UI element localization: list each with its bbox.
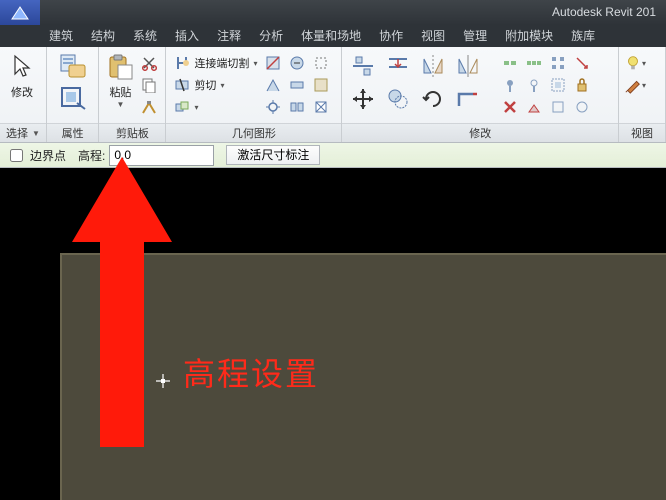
array-button[interactable] xyxy=(547,53,569,73)
tab-architecture[interactable]: 建筑 xyxy=(40,25,82,47)
mirror-axis-button[interactable] xyxy=(417,51,449,81)
cutgeom-icon xyxy=(174,77,190,93)
geom-btn-8[interactable] xyxy=(286,97,308,117)
panel-properties-label: 属性 xyxy=(47,123,99,142)
panel-modify-label: 修改 xyxy=(342,123,618,142)
annotation-text: 高程设置 xyxy=(183,349,319,395)
tab-addins[interactable]: 附加模块 xyxy=(496,25,562,47)
cope-icon xyxy=(174,55,190,71)
copy-modify-button[interactable] xyxy=(382,84,414,114)
misc-b-button[interactable] xyxy=(571,97,593,117)
paint-button[interactable]: ▾ xyxy=(624,75,646,95)
panel-properties: 属性 xyxy=(47,47,100,142)
panel-modify: 修改 xyxy=(342,47,619,142)
copy-button[interactable] xyxy=(138,75,160,95)
cope-button[interactable]: 连接端切割▾ xyxy=(171,53,260,73)
light-bulb-button[interactable]: ▾ xyxy=(624,53,646,73)
window-title: Autodesk Revit 201 xyxy=(552,0,656,25)
subregion-box xyxy=(60,253,666,500)
geom-btn-5[interactable] xyxy=(286,75,308,95)
rotate-button[interactable] xyxy=(417,84,449,114)
drawing-viewport[interactable]: 高程设置 xyxy=(0,168,666,500)
offset-button[interactable] xyxy=(382,51,414,81)
modify-button[interactable]: 修改 xyxy=(5,51,39,100)
tab-massing-site[interactable]: 体量和场地 xyxy=(292,25,370,47)
cursor-icon xyxy=(8,53,36,81)
geom-btn-4[interactable] xyxy=(262,75,284,95)
mirror-draw-button[interactable] xyxy=(452,51,484,81)
properties-button[interactable] xyxy=(56,51,90,81)
tab-family[interactable]: 族库 xyxy=(562,25,604,47)
group-button[interactable] xyxy=(547,75,569,95)
cut-geom-button[interactable]: 剪切▾ xyxy=(171,75,260,95)
paste-icon xyxy=(106,53,134,81)
ribbon: 修改 选择▼ 属性 粘贴 ▼ xyxy=(0,47,666,143)
panel-view-label: 视图 xyxy=(619,123,665,142)
panel-select-label: 选择▼ xyxy=(0,123,46,142)
geom-btn-2[interactable] xyxy=(286,53,308,73)
unpin-button[interactable] xyxy=(523,75,545,95)
panel-clipboard-label: 剪贴板 xyxy=(99,123,165,142)
options-bar: 边界点 高程: 激活尺寸标注 xyxy=(0,143,666,168)
geom-btn-7[interactable] xyxy=(262,97,284,117)
tab-analyze[interactable]: 分析 xyxy=(250,25,292,47)
geom-btn-9[interactable] xyxy=(310,97,332,117)
activate-dimensions-button[interactable]: 激活尺寸标注 xyxy=(226,145,320,165)
ribbon-tabs: 建筑 结构 系统 插入 注释 分析 体量和场地 协作 视图 管理 附加模块 族库 xyxy=(0,25,666,47)
geom-btn-1[interactable] xyxy=(262,53,284,73)
align-button[interactable] xyxy=(347,51,379,81)
split-gap-button[interactable] xyxy=(523,53,545,73)
panel-geometry: 连接端切割▾ 剪切▾ ▾ xyxy=(166,47,342,142)
tab-systems[interactable]: 系统 xyxy=(124,25,166,47)
paste-button[interactable]: 粘贴 ▼ xyxy=(104,51,136,109)
pin-button[interactable] xyxy=(499,75,521,95)
lock-button[interactable] xyxy=(571,75,593,95)
boundary-checkbox[interactable]: 边界点 xyxy=(6,146,66,165)
geom-btn-6[interactable] xyxy=(310,75,332,95)
panel-geometry-label: 几何图形 xyxy=(166,123,341,142)
join-button[interactable]: ▾ xyxy=(171,97,260,117)
elevation-label: 高程: xyxy=(78,147,105,164)
scale-button[interactable] xyxy=(571,53,593,73)
type-properties-button[interactable] xyxy=(56,83,90,113)
tab-insert[interactable]: 插入 xyxy=(166,25,208,47)
move-button[interactable] xyxy=(347,84,379,114)
tab-manage[interactable]: 管理 xyxy=(454,25,496,47)
tab-annotate[interactable]: 注释 xyxy=(208,25,250,47)
cut-button[interactable] xyxy=(138,53,160,73)
tab-view[interactable]: 视图 xyxy=(412,25,454,47)
join-icon xyxy=(174,99,190,115)
panel-clipboard: 粘贴 ▼ 剪贴板 xyxy=(99,47,166,142)
tab-structure[interactable]: 结构 xyxy=(82,25,124,47)
titlebar: Autodesk Revit 201 xyxy=(0,0,666,25)
delete-button[interactable] xyxy=(499,97,521,117)
elevation-input[interactable] xyxy=(109,145,214,166)
match-button[interactable] xyxy=(138,97,160,117)
app-menu-icon[interactable] xyxy=(0,0,40,25)
panel-select: 修改 选择▼ xyxy=(0,47,47,142)
demolish-button[interactable] xyxy=(523,97,545,117)
geom-btn-3[interactable] xyxy=(310,53,332,73)
misc-a-button[interactable] xyxy=(547,97,569,117)
split-button[interactable] xyxy=(499,53,521,73)
panel-view: ▾ ▾ 视图 xyxy=(619,47,666,142)
tab-collaborate[interactable]: 协作 xyxy=(370,25,412,47)
trim-button[interactable] xyxy=(452,84,484,114)
